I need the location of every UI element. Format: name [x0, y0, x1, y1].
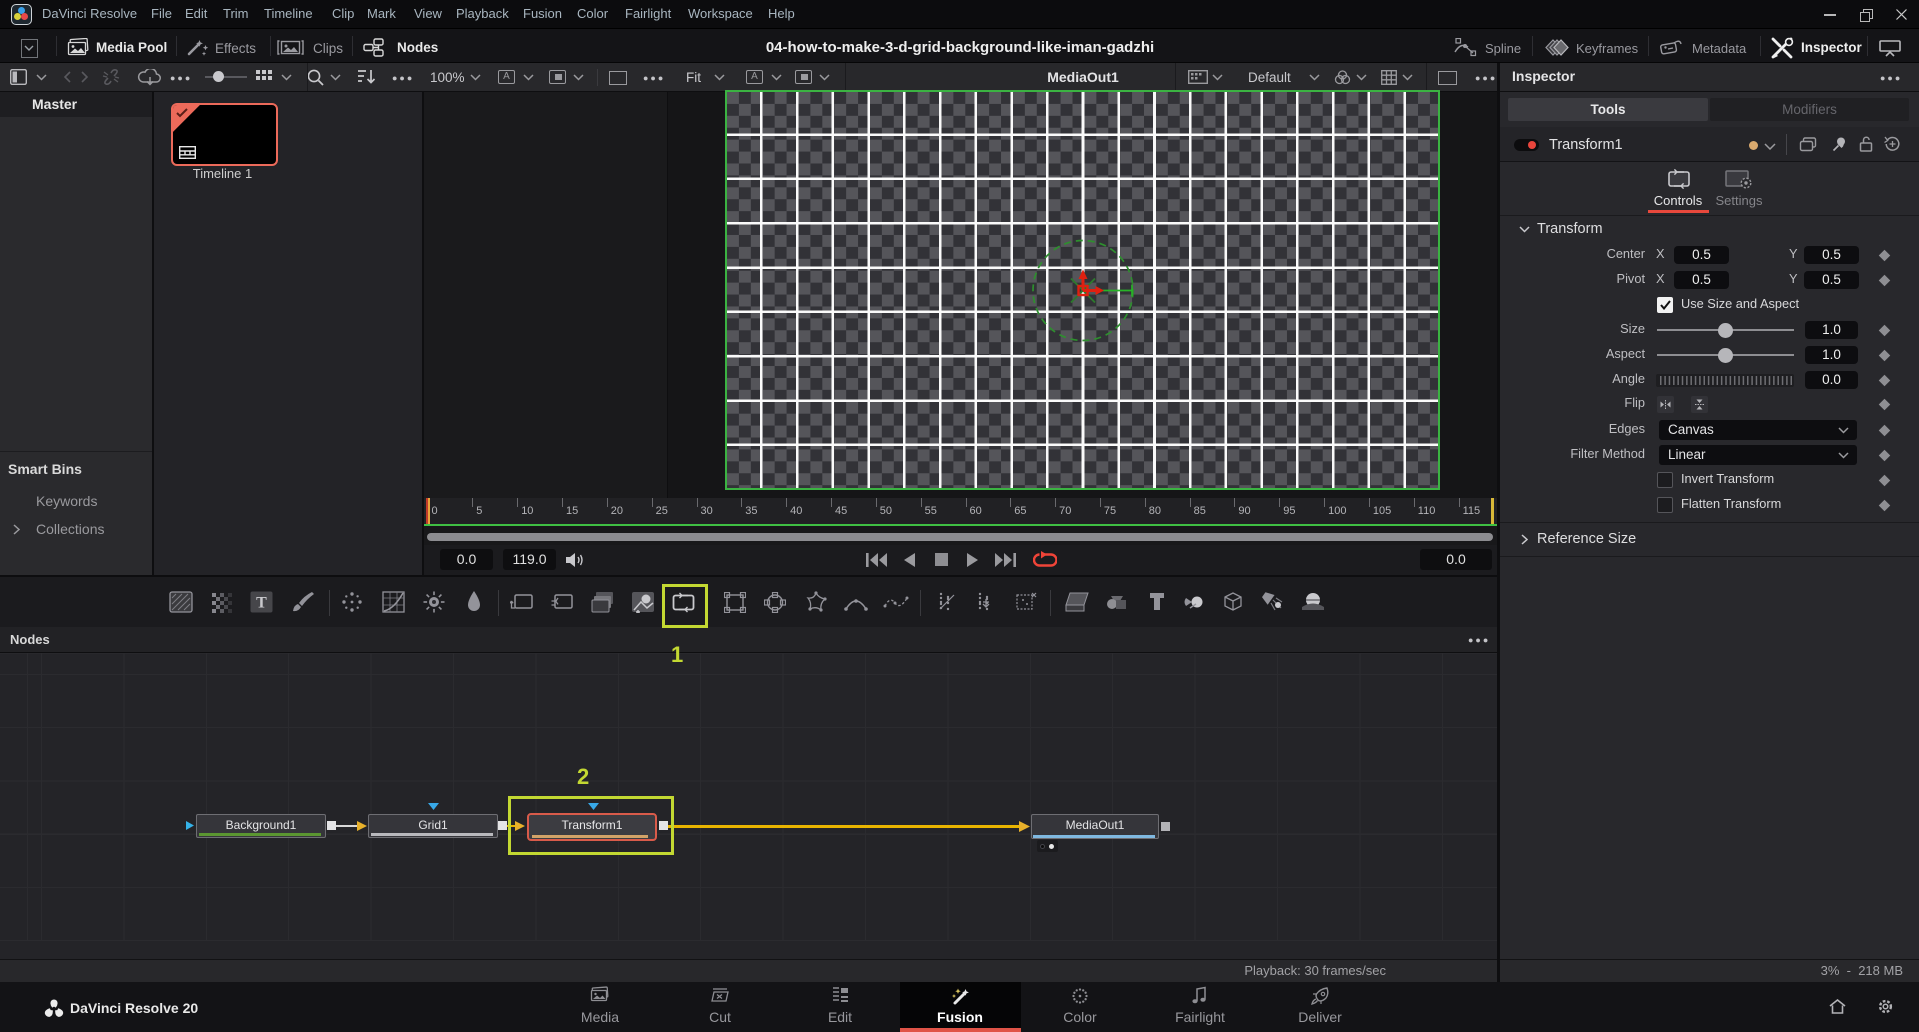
svg-text:T: T [256, 595, 267, 612]
